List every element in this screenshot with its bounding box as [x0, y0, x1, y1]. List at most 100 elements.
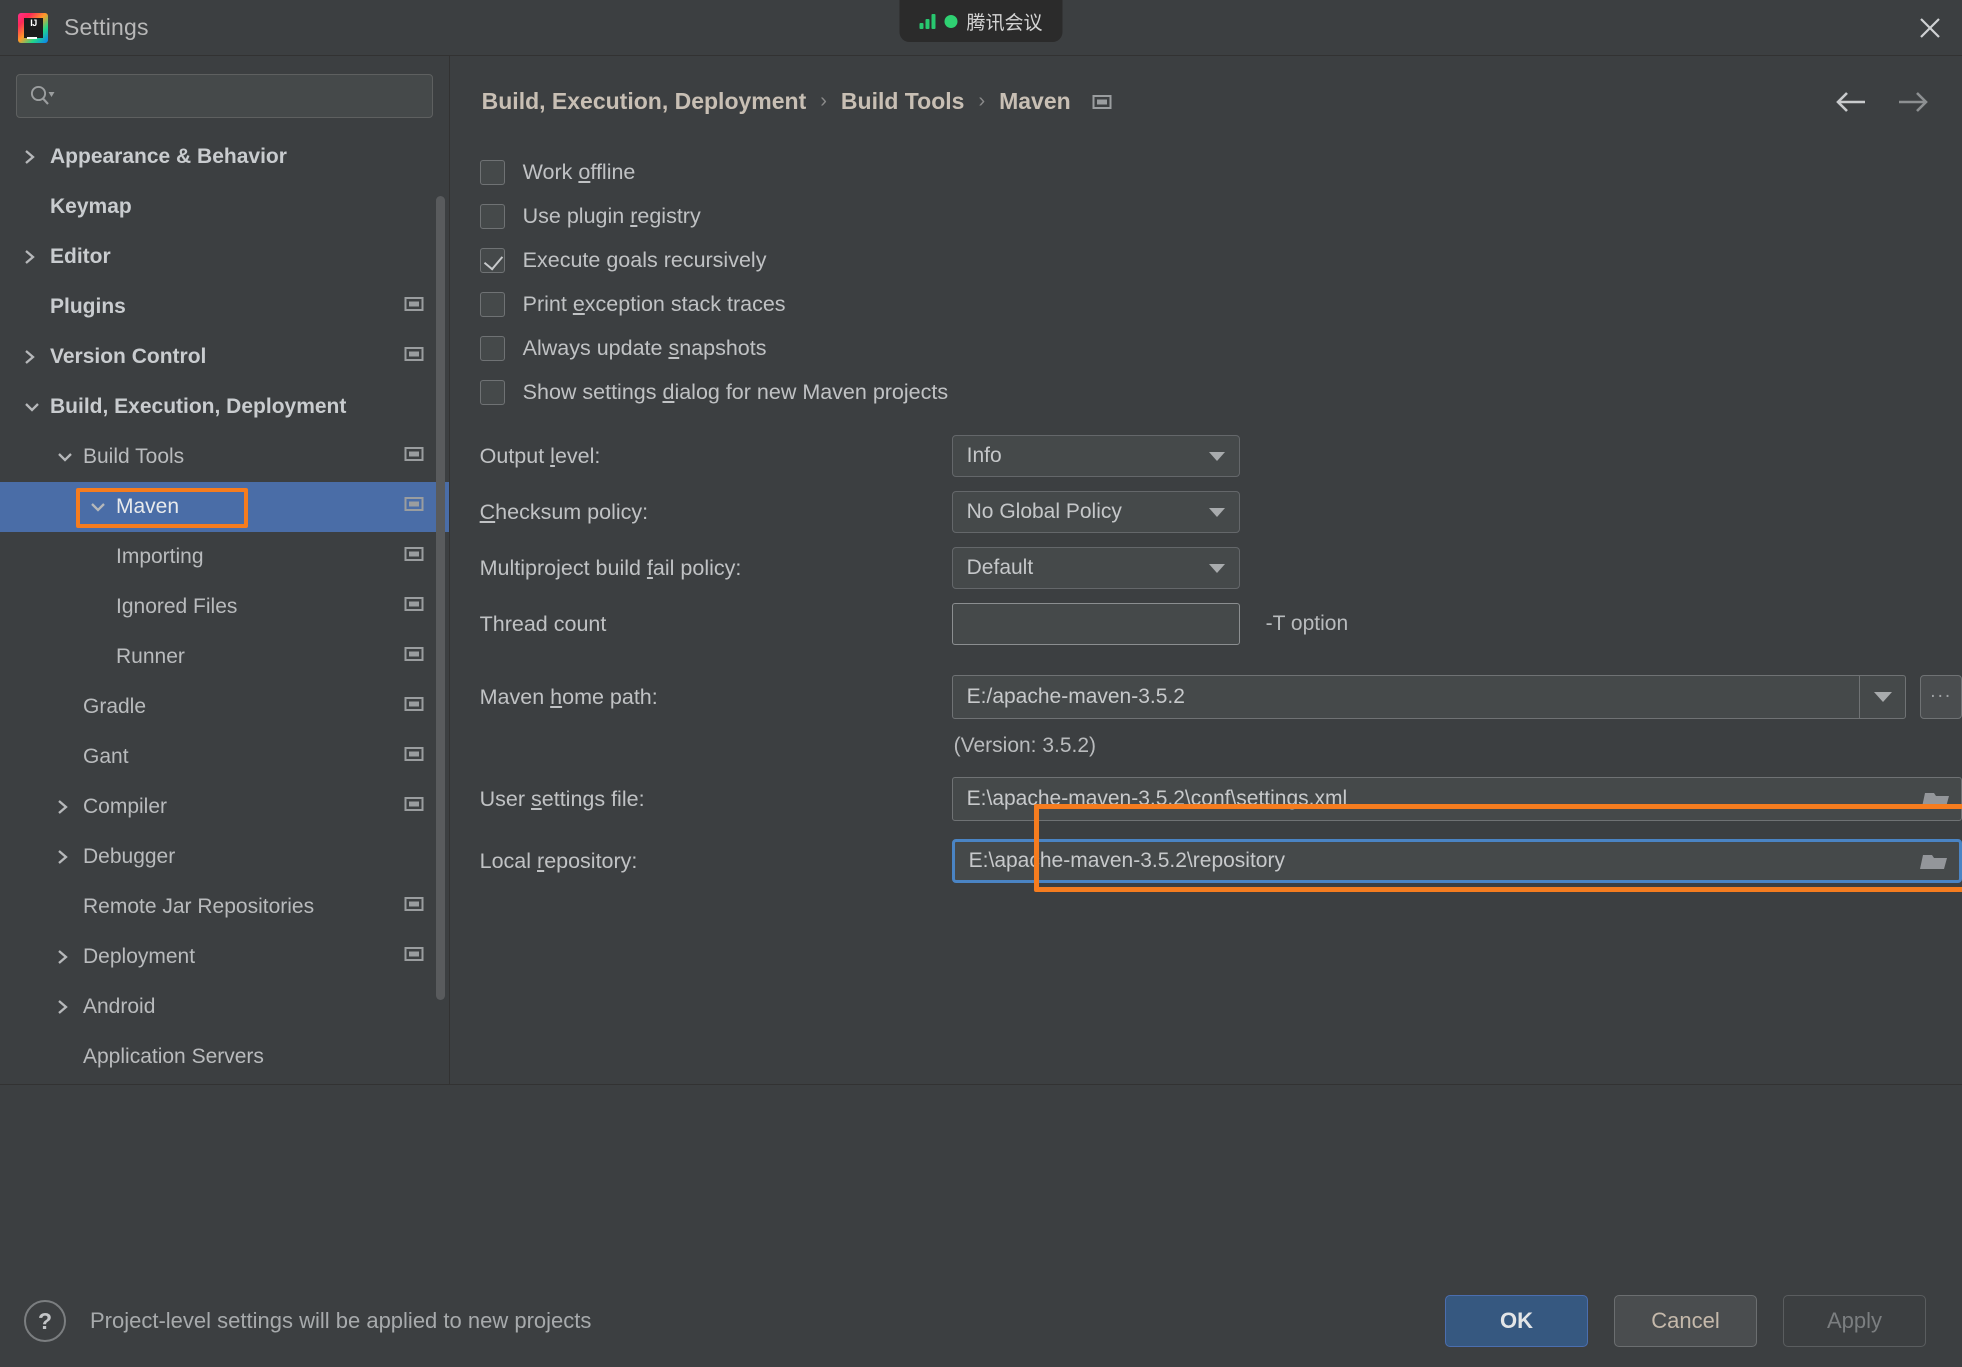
tree-toggle[interactable] — [55, 997, 81, 1017]
tree-toggle[interactable] — [22, 147, 48, 167]
chevron-right-icon[interactable] — [55, 947, 71, 967]
sidebar-item-ignored-files[interactable]: Ignored Files — [0, 582, 449, 632]
tree-toggle[interactable] — [22, 347, 48, 367]
chevron-down-icon[interactable] — [22, 399, 42, 415]
project-level-setting-icon — [403, 344, 425, 370]
local-repository-input[interactable]: E:\apache-maven-3.5.2\repository — [951, 839, 1962, 883]
sidebar-item-plugins[interactable]: Plugins — [0, 282, 449, 332]
checkbox-row-use-plugin-registry[interactable]: Use plugin registry — [479, 195, 1962, 238]
sidebar-item-deployment[interactable]: Deployment — [0, 932, 449, 982]
combobox-multiproject-build-fail-policy[interactable]: Default — [951, 547, 1240, 589]
checkbox-execute-goals-recursively[interactable] — [479, 248, 505, 273]
tree-toggle[interactable] — [55, 449, 81, 465]
sidebar-item-label: Ignored Files — [116, 595, 238, 618]
chevron-right-icon[interactable] — [55, 797, 71, 817]
local-repository-row: Local repository: E:\apache-maven-3.5.2\… — [480, 830, 1962, 892]
sidebar-item-gradle[interactable]: Gradle — [0, 682, 449, 732]
tree-toggle[interactable] — [55, 847, 81, 867]
tree-toggle[interactable] — [22, 399, 48, 415]
maven-combo-group: Output level: Info Checksum policy: No Glob… — [480, 428, 1962, 596]
chevron-right-icon[interactable] — [22, 347, 38, 367]
sidebar-item-runner[interactable]: Runner — [0, 632, 449, 682]
sidebar-item-label: Deployment — [83, 945, 196, 968]
sidebar-item-keymap[interactable]: Keymap — [0, 182, 449, 232]
checkbox-row-execute-goals-recursively[interactable]: Execute goals recursively — [479, 239, 1962, 282]
breadcrumb-item-0[interactable]: Build, Execution, Deployment — [482, 88, 807, 115]
sidebar-item-maven[interactable]: Maven — [0, 482, 449, 532]
folder-icon[interactable] — [1913, 778, 1961, 820]
checkbox-row-work-offline[interactable]: Work offline — [479, 151, 1962, 194]
sidebar-item-build-tools[interactable]: Build Tools — [0, 432, 449, 482]
sidebar-item-editor[interactable]: Editor — [0, 232, 449, 282]
cancel-button[interactable]: Cancel — [1614, 1295, 1757, 1347]
folder-icon[interactable] — [1911, 842, 1959, 880]
title-bar: IJ Settings 腾讯会议 — [0, 0, 1962, 56]
checkbox-print-exception-stack-traces[interactable] — [479, 292, 505, 317]
tree-toggle[interactable] — [55, 797, 81, 817]
combobox-checksum-policy[interactable]: No Global Policy — [951, 491, 1240, 533]
close-icon[interactable] — [1898, 0, 1962, 56]
arrow-left-icon[interactable] — [1834, 90, 1868, 114]
logo-underscore — [27, 36, 37, 39]
sidebar-item-application-servers[interactable]: Application Servers — [0, 1032, 449, 1082]
question-mark-icon[interactable]: ? — [24, 1300, 66, 1342]
caret-down-icon[interactable] — [1859, 676, 1905, 718]
thread-count-hint: -T option — [1265, 612, 1349, 635]
maven-settings-form: Work offline Use plugin registry Execute g… — [450, 115, 1962, 892]
chevron-right-icon[interactable] — [22, 147, 38, 167]
checkbox-row-show-settings-dialog-for-new-maven-projects[interactable]: Show settings dialog for new Maven proje… — [479, 371, 1962, 414]
tree-toggle[interactable] — [55, 947, 81, 967]
sidebar-item-compiler[interactable]: Compiler — [0, 782, 449, 832]
checkbox-row-print-exception-stack-traces[interactable]: Print exception stack traces — [479, 283, 1962, 326]
project-level-setting-icon — [1091, 92, 1113, 112]
project-level-setting-icon — [403, 794, 425, 820]
breadcrumb-item-2[interactable]: Maven — [999, 88, 1071, 115]
caret-down-icon[interactable] — [1208, 563, 1225, 573]
chevron-right-icon[interactable] — [55, 847, 71, 867]
checkbox-work-offline[interactable] — [479, 160, 505, 185]
local-repository-value: E:\apache-maven-3.5.2\repository — [968, 849, 1285, 872]
caret-down-icon[interactable] — [1208, 451, 1225, 461]
checkbox-label: Work offline — [522, 160, 636, 184]
checkbox-row-always-update-snapshots[interactable]: Always update snapshots — [479, 327, 1962, 370]
checkbox-label: Print exception stack traces — [522, 292, 786, 316]
ok-button[interactable]: OK — [1445, 1295, 1588, 1347]
settings-tree[interactable]: Appearance & Behavior Keymap Editor Plugins… — [0, 132, 449, 1084]
user-settings-file-value: E:\apache-maven-3.5.2\conf\settings.xml — [966, 787, 1348, 810]
sidebar-item-remote-jar-repositories[interactable]: Remote Jar Repositories — [0, 882, 449, 932]
chevron-right-icon[interactable] — [22, 247, 38, 267]
sidebar-item-version-control[interactable]: Version Control — [0, 332, 449, 382]
arrow-right-icon[interactable] — [1896, 90, 1930, 114]
maven-home-browse-button[interactable]: ... — [1920, 675, 1962, 719]
signal-bars-icon — [919, 13, 936, 29]
tencent-meeting-badge[interactable]: 腾讯会议 — [899, 0, 1063, 42]
user-settings-file-input[interactable]: E:\apache-maven-3.5.2\conf\settings.xml — [951, 777, 1962, 821]
sidebar-scrollbar-thumb[interactable] — [435, 196, 445, 1000]
breadcrumb-item-1[interactable]: Build Tools — [841, 88, 965, 115]
combobox-output-level[interactable]: Info — [951, 435, 1240, 477]
settings-sidebar: Appearance & Behavior Keymap Editor Plugins… — [0, 56, 450, 1084]
sidebar-item-build-execution-deployment[interactable]: Build, Execution, Deployment — [0, 382, 449, 432]
maven-home-path-combobox[interactable]: E:/apache-maven-3.5.2 — [951, 675, 1907, 719]
sidebar-item-android[interactable]: Android — [0, 982, 449, 1032]
chevron-down-icon[interactable] — [55, 449, 75, 465]
tree-toggle[interactable] — [88, 499, 114, 515]
sidebar-item-importing[interactable]: Importing — [0, 532, 449, 582]
thread-count-input[interactable] — [951, 603, 1240, 645]
checkbox-label: Use plugin registry — [522, 204, 701, 228]
chevron-right-icon[interactable] — [55, 997, 71, 1017]
checkbox-use-plugin-registry[interactable] — [479, 204, 505, 229]
search-input[interactable] — [16, 74, 433, 118]
checkbox-show-settings-dialog-for-new-maven-projects[interactable] — [479, 380, 505, 405]
sidebar-item-label: Maven — [116, 495, 180, 518]
field-row-checksum-policy: Checksum policy: No Global Policy — [480, 484, 1962, 540]
tree-toggle[interactable] — [22, 247, 48, 267]
chevron-down-icon[interactable] — [88, 499, 108, 515]
caret-down-icon[interactable] — [1208, 507, 1225, 517]
sidebar-item-debugger[interactable]: Debugger — [0, 832, 449, 882]
sidebar-item-label: Compiler — [83, 795, 168, 818]
sidebar-item-gant[interactable]: Gant — [0, 732, 449, 782]
sidebar-item-appearance-behavior[interactable]: Appearance & Behavior — [0, 132, 449, 182]
checkbox-always-update-snapshots[interactable] — [479, 336, 505, 361]
footer-bar: ? Project-level settings will be applied… — [0, 1275, 1962, 1367]
